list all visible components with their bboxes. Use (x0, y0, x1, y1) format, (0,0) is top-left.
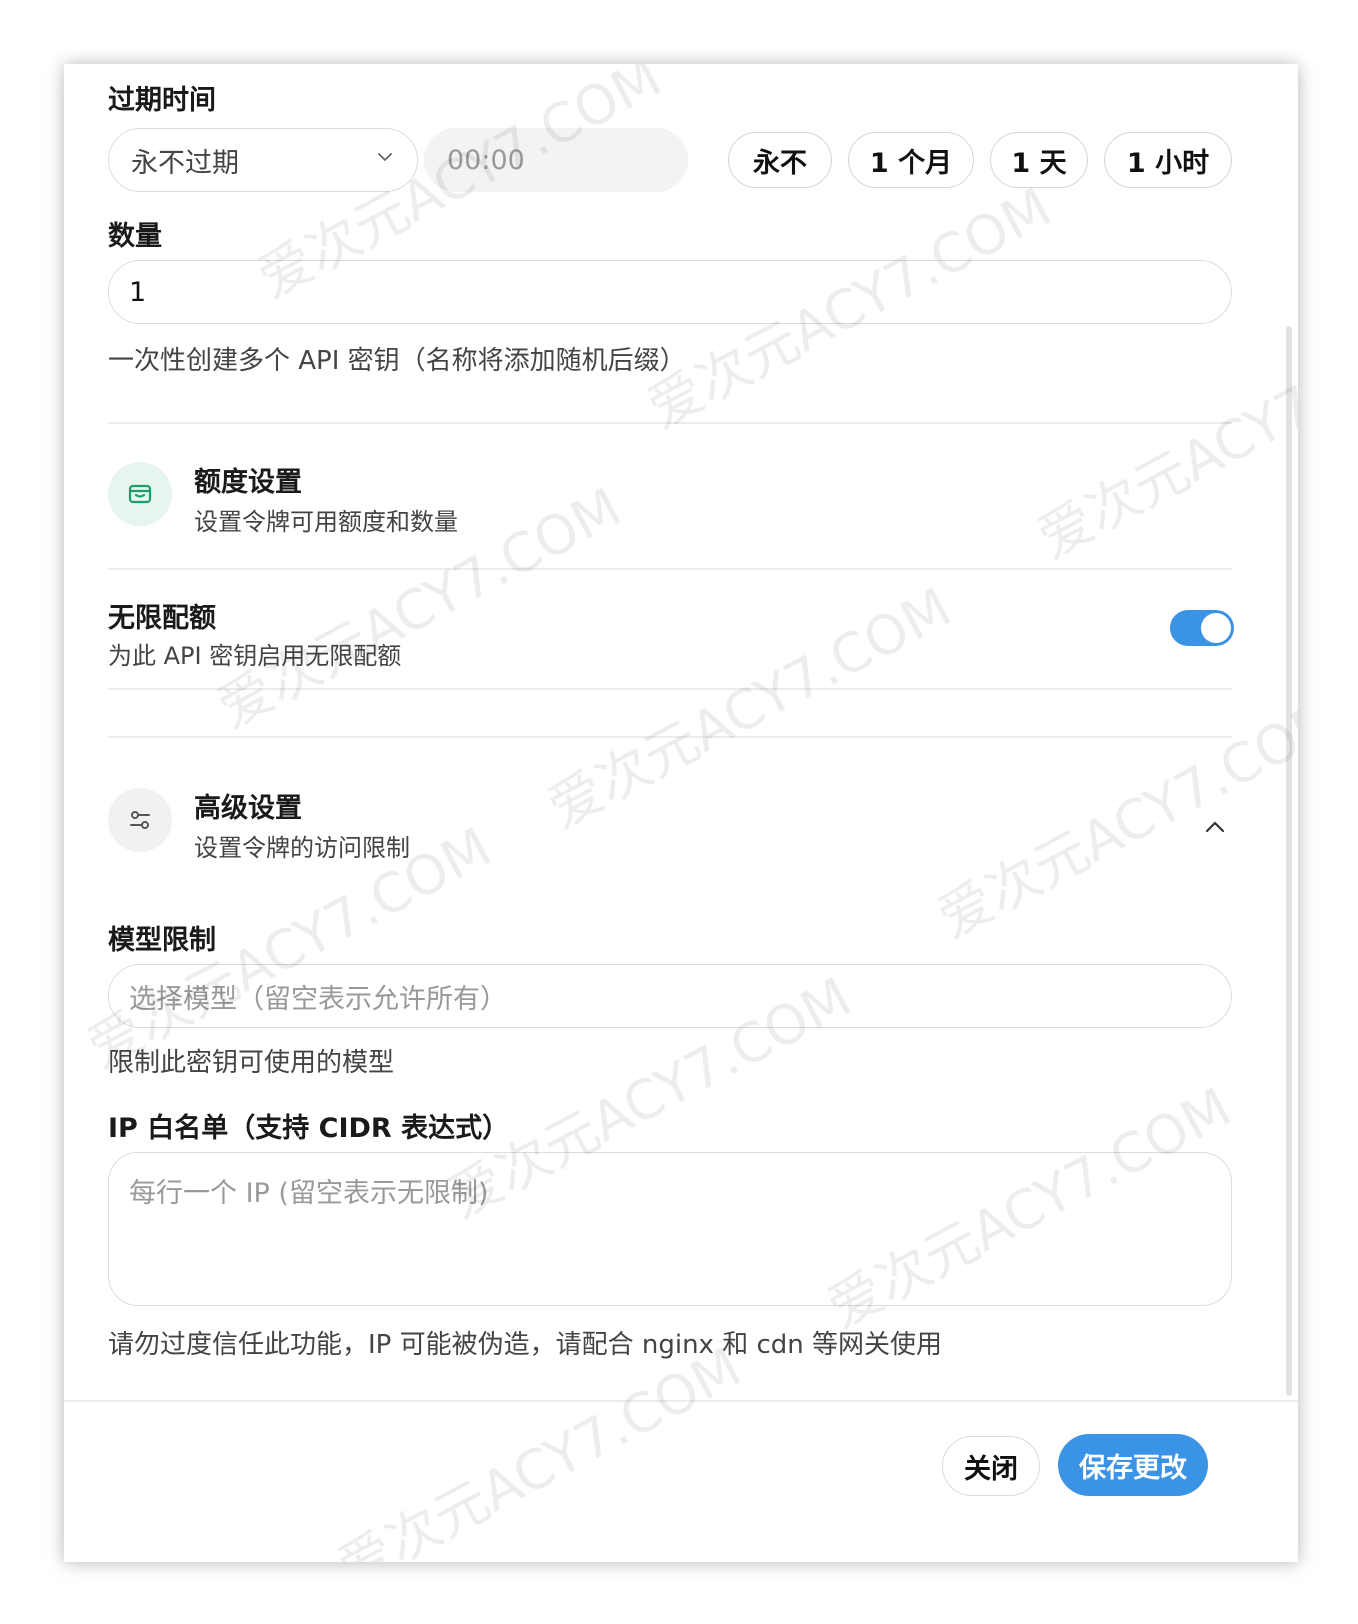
quantity-value: 1 (129, 276, 147, 308)
divider (108, 422, 1232, 424)
quick-button-label: 1 个月 (869, 147, 953, 179)
unlimited-label: 无限配额 (108, 603, 216, 634)
advanced-section-title: 高级设置 (194, 793, 302, 824)
unlimited-hint: 为此 API 密钥启用无限配额 (108, 642, 402, 670)
wallet-icon (108, 462, 172, 526)
quick-button-label: 永不 (753, 147, 807, 179)
ip-whitelist-textarea[interactable]: 每行一个 IP (留空表示无限制) (108, 1152, 1232, 1306)
expiry-time-input[interactable]: 00:00 (424, 128, 688, 192)
quota-section-title: 额度设置 (194, 467, 302, 498)
save-button[interactable]: 保存更改 (1058, 1434, 1208, 1496)
scrollbar[interactable] (1286, 326, 1292, 1396)
advanced-section-subtitle: 设置令牌的访问限制 (194, 834, 410, 862)
ip-whitelist-label: IP 白名单（支持 CIDR 表达式） (108, 1113, 510, 1144)
watermark-text: 爱次元ACY7.COM (537, 575, 962, 841)
model-select-placeholder: 选择模型（留空表示允许所有） (129, 983, 507, 1015)
model-limit-label: 模型限制 (108, 925, 216, 956)
quick-button-label: 1 小时 (1126, 147, 1210, 179)
ip-whitelist-hint: 请勿过度信任此功能，IP 可能被伪造，请配合 nginx 和 cdn 等网关使用 (108, 1330, 943, 1360)
expiry-select[interactable]: 永不过期 (108, 128, 418, 192)
quota-section-subtitle: 设置令牌可用额度和数量 (194, 508, 458, 536)
model-limit-hint: 限制此密钥可使用的模型 (108, 1048, 395, 1078)
model-select[interactable]: 选择模型（留空表示允许所有） (108, 964, 1232, 1028)
sliders-icon (108, 788, 172, 852)
expiry-select-value: 永不过期 (131, 147, 239, 179)
ip-whitelist-placeholder: 每行一个 IP (留空表示无限制) (129, 1178, 489, 1209)
close-button[interactable]: 关闭 (942, 1436, 1040, 1496)
expiry-label: 过期时间 (108, 85, 216, 116)
divider (108, 736, 1232, 738)
quick-button-never[interactable]: 永不 (728, 132, 832, 188)
footer-divider (64, 1400, 1298, 1402)
watermark-text: 爱次元ACY7.COM (1027, 305, 1298, 571)
quick-button-label: 1 天 (1011, 147, 1067, 179)
expiry-time-placeholder: 00:00 (447, 144, 525, 176)
quick-button-1-day[interactable]: 1 天 (990, 132, 1088, 188)
quantity-label: 数量 (108, 221, 162, 252)
quick-button-1-month[interactable]: 1 个月 (848, 132, 974, 188)
toggle-knob (1201, 613, 1231, 643)
watermark-text: 爱次元ACY7.COM (927, 685, 1298, 951)
quantity-input[interactable]: 1 (108, 260, 1232, 324)
divider (108, 568, 1232, 570)
divider (108, 688, 1232, 690)
unlimited-toggle[interactable] (1170, 610, 1234, 646)
token-dialog: 过期时间 永不过期 00:00 永不 1 个月 1 天 1 小时 数量 1 一次… (64, 64, 1298, 1562)
quantity-hint: 一次性创建多个 API 密钥（名称将添加随机后缀） (108, 346, 686, 376)
quick-button-1-hour[interactable]: 1 小时 (1104, 132, 1232, 188)
chevron-down-icon (378, 153, 392, 162)
chevron-up-icon[interactable] (1204, 816, 1226, 838)
